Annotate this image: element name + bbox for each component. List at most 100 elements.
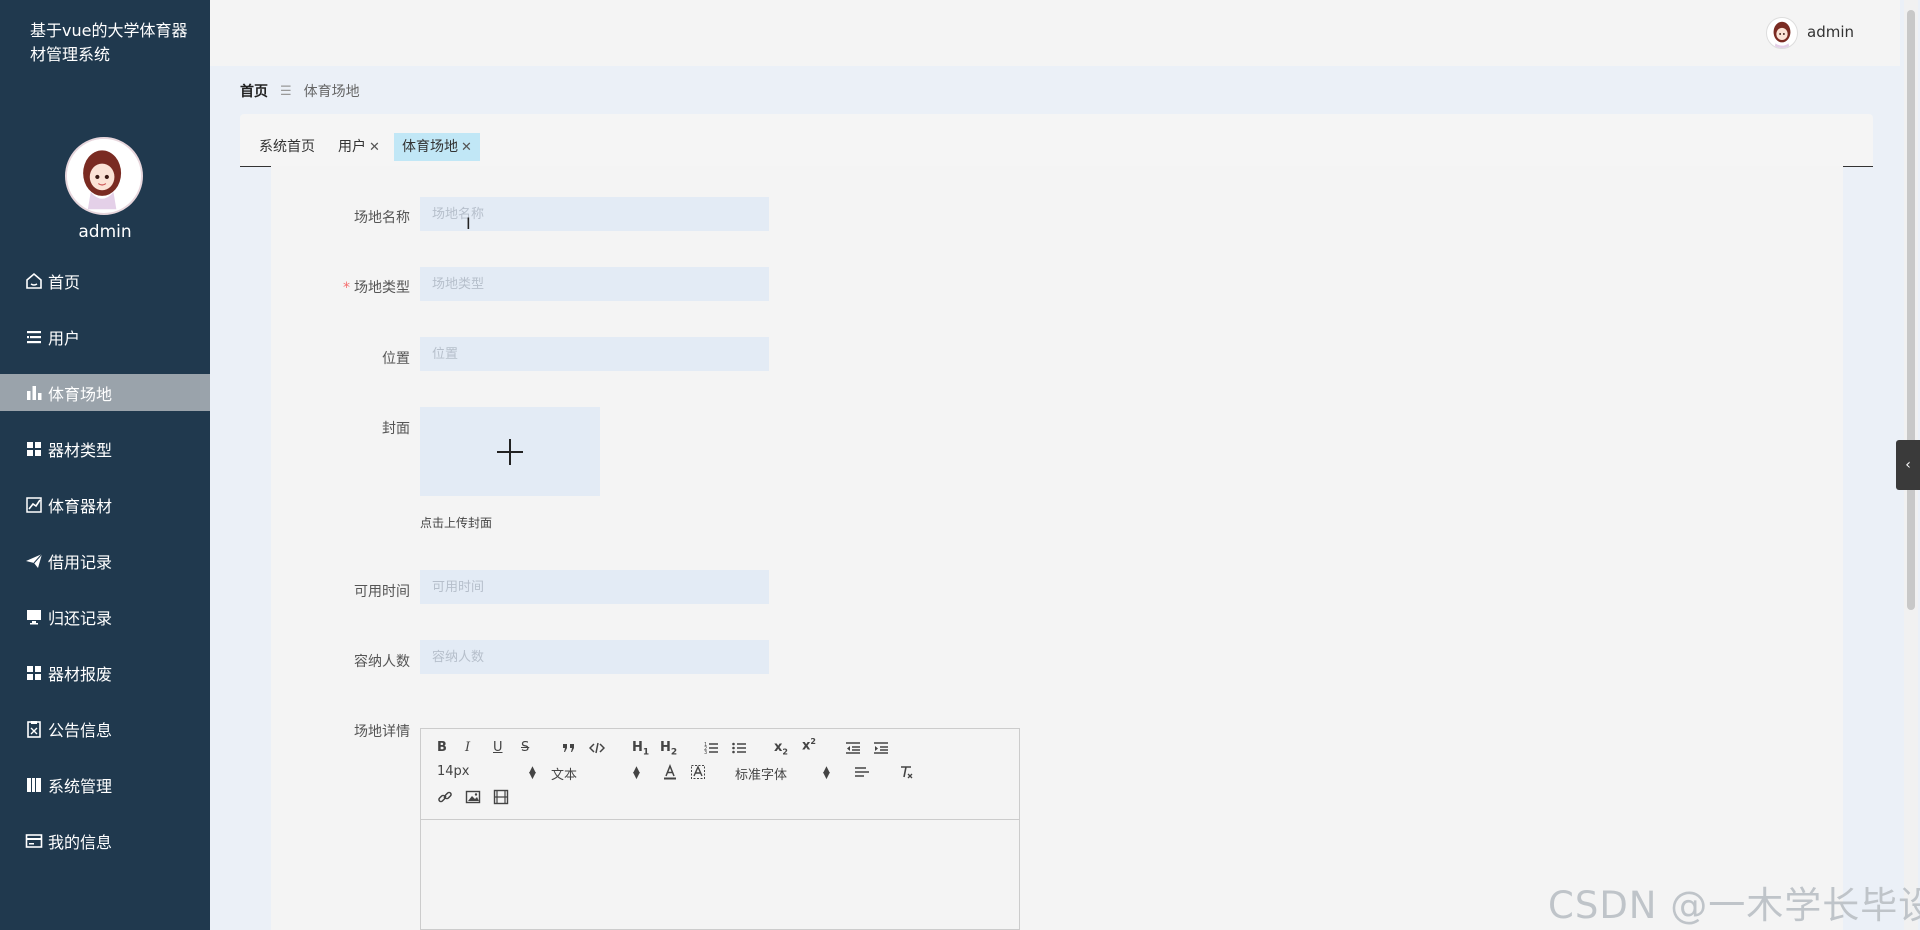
cover-upload[interactable] xyxy=(420,407,600,496)
sidebar-item-label: 借用记录 xyxy=(48,552,113,572)
header-value: 文本 xyxy=(551,768,578,783)
chevron-left-icon: ‹ xyxy=(1905,457,1911,473)
strike-button[interactable]: S xyxy=(521,740,529,755)
sidebar-item-equipment[interactable]: 体育器材 xyxy=(0,486,210,523)
superscript-button[interactable]: x2 xyxy=(802,737,816,753)
watermark: CSDN @一木学长毕设 xyxy=(1548,884,1920,927)
breadcrumb-current: 体育场地 xyxy=(303,84,360,100)
tab-users[interactable]: 用户 ✕ xyxy=(330,133,388,161)
paper-plane-icon xyxy=(24,551,44,571)
blockquote-icon[interactable] xyxy=(561,740,577,756)
book-icon xyxy=(24,775,44,795)
indent-icon[interactable] xyxy=(873,740,889,756)
card-icon xyxy=(24,831,44,851)
sidebar-item-return-records[interactable]: 归还记录 xyxy=(0,598,210,635)
plus-icon-vertical xyxy=(509,439,511,465)
list-icon xyxy=(24,327,44,347)
sidebar-item-label: 用户 xyxy=(48,328,81,348)
align-icon[interactable] xyxy=(854,764,870,780)
sidebar-item-label: 器材报废 xyxy=(48,664,113,684)
sidebar-item-scrap[interactable]: 器材报废 xyxy=(0,654,210,691)
cover-label: 封面 xyxy=(382,421,410,437)
sidebar-item-label: 我的信息 xyxy=(48,832,113,852)
tab-label: 用户 xyxy=(338,139,366,155)
home-icon xyxy=(24,271,44,291)
capacity-input[interactable] xyxy=(420,640,769,674)
grid-icon xyxy=(24,439,44,459)
font-size-select[interactable]: 14px ▲ ▼ xyxy=(437,764,536,781)
sidebar-item-venues[interactable]: 体育场地 xyxy=(0,374,210,411)
editor-content-area[interactable] xyxy=(421,820,1019,930)
bold-button[interactable]: B xyxy=(437,740,447,755)
subscript-button[interactable]: x2 xyxy=(774,740,788,757)
sidebar-item-borrow-records[interactable]: 借用记录 xyxy=(0,542,210,579)
sidebar-item-home[interactable]: 首页 xyxy=(0,262,210,299)
scrollbar-thumb[interactable] xyxy=(1907,10,1915,610)
location-input[interactable] xyxy=(420,337,769,371)
select-arrows-icon: ▲ ▼ xyxy=(529,765,536,781)
menu-separator-icon: ☰ xyxy=(280,83,292,99)
clipboard-icon xyxy=(24,719,44,739)
font-family-value: 标准字体 xyxy=(735,768,788,783)
bar-chart-icon xyxy=(24,383,44,403)
venue-name-label: 场地名称 xyxy=(354,210,410,226)
venue-type-input[interactable] xyxy=(420,267,769,301)
font-size-value: 14px xyxy=(437,764,470,779)
sidebar-item-my-info[interactable]: 我的信息 xyxy=(0,822,210,859)
tab-dashboard[interactable]: 系统首页 xyxy=(251,133,323,161)
sidebar-menu: 首页 用户 体育场地 器材类型 体育器材 借用记录 归还记录 器材报废 公告信息… xyxy=(0,262,210,878)
cover-upload-tip: 点击上传封面 xyxy=(420,516,493,530)
background-color-icon[interactable] xyxy=(690,764,706,780)
tab-venues[interactable]: 体育场地 ✕ xyxy=(394,133,480,161)
sidebar: 基于vue的大学体育器材管理系统 admin 首页 用户 体育场地 器材类型 体… xyxy=(0,0,210,930)
topbar: admin xyxy=(210,0,1900,66)
sidebar-item-equipment-types[interactable]: 器材类型 xyxy=(0,430,210,467)
available-time-label: 可用时间 xyxy=(354,584,410,600)
top-username[interactable]: admin xyxy=(1807,23,1854,41)
sidebar-item-users[interactable]: 用户 xyxy=(0,318,210,355)
location-label: 位置 xyxy=(382,351,410,367)
text-cursor-icon: I xyxy=(466,214,471,233)
header2-button[interactable]: H2 xyxy=(660,740,677,758)
app-title: 基于vue的大学体育器材管理系统 xyxy=(30,21,188,64)
code-block-icon[interactable] xyxy=(589,740,605,756)
tab-bar: 系统首页 用户 ✕ 体育场地 ✕ xyxy=(240,114,1873,167)
venue-type-label: * 场地类型 xyxy=(310,277,410,297)
sidebar-item-label: 归还记录 xyxy=(48,608,113,628)
sidebar-item-label: 公告信息 xyxy=(48,720,113,740)
video-icon[interactable] xyxy=(493,789,509,805)
close-icon[interactable]: ✕ xyxy=(461,140,472,155)
sidebar-item-label: 体育器材 xyxy=(48,496,113,516)
rich-text-editor: B I U S H1 H2 123 x2 x2 14px ▲ ▼ 文本 ▲ ▼ 标准… xyxy=(420,728,1020,930)
header-select[interactable]: 文本 ▲ ▼ xyxy=(551,764,640,784)
line-chart-icon xyxy=(24,495,44,515)
underline-button[interactable]: U xyxy=(493,740,503,755)
clear-format-icon[interactable] xyxy=(898,764,914,780)
avatar[interactable] xyxy=(65,137,143,215)
bullet-list-icon[interactable] xyxy=(731,740,747,756)
breadcrumb-home[interactable]: 首页 xyxy=(240,81,268,101)
monitor-icon xyxy=(24,607,44,627)
venue-name-input[interactable] xyxy=(420,197,769,231)
avatar[interactable] xyxy=(1766,17,1798,49)
collapse-toggle-button[interactable]: ‹ xyxy=(1896,440,1920,490)
venue-type-label-text: 场地类型 xyxy=(354,280,410,296)
image-icon[interactable] xyxy=(465,789,481,805)
details-label: 场地详情 xyxy=(354,724,410,740)
text-color-icon[interactable] xyxy=(662,764,678,780)
tab-label: 体育场地 xyxy=(402,139,458,155)
italic-button[interactable]: I xyxy=(465,740,470,755)
available-time-input[interactable] xyxy=(420,570,769,604)
capacity-label: 容纳人数 xyxy=(354,654,410,670)
breadcrumb: 首页 ☰ 体育场地 xyxy=(240,81,360,101)
font-family-select[interactable]: 标准字体 ▲ ▼ xyxy=(735,764,833,784)
link-icon[interactable] xyxy=(437,789,453,805)
close-icon[interactable]: ✕ xyxy=(369,140,380,155)
outdent-icon[interactable] xyxy=(845,740,861,756)
sidebar-item-label: 系统管理 xyxy=(48,776,113,796)
ordered-list-icon[interactable]: 123 xyxy=(703,740,719,756)
header1-button[interactable]: H1 xyxy=(632,740,649,758)
select-arrows-icon: ▲ ▼ xyxy=(823,765,830,781)
sidebar-item-system[interactable]: 系统管理 xyxy=(0,766,210,803)
sidebar-item-notices[interactable]: 公告信息 xyxy=(0,710,210,747)
